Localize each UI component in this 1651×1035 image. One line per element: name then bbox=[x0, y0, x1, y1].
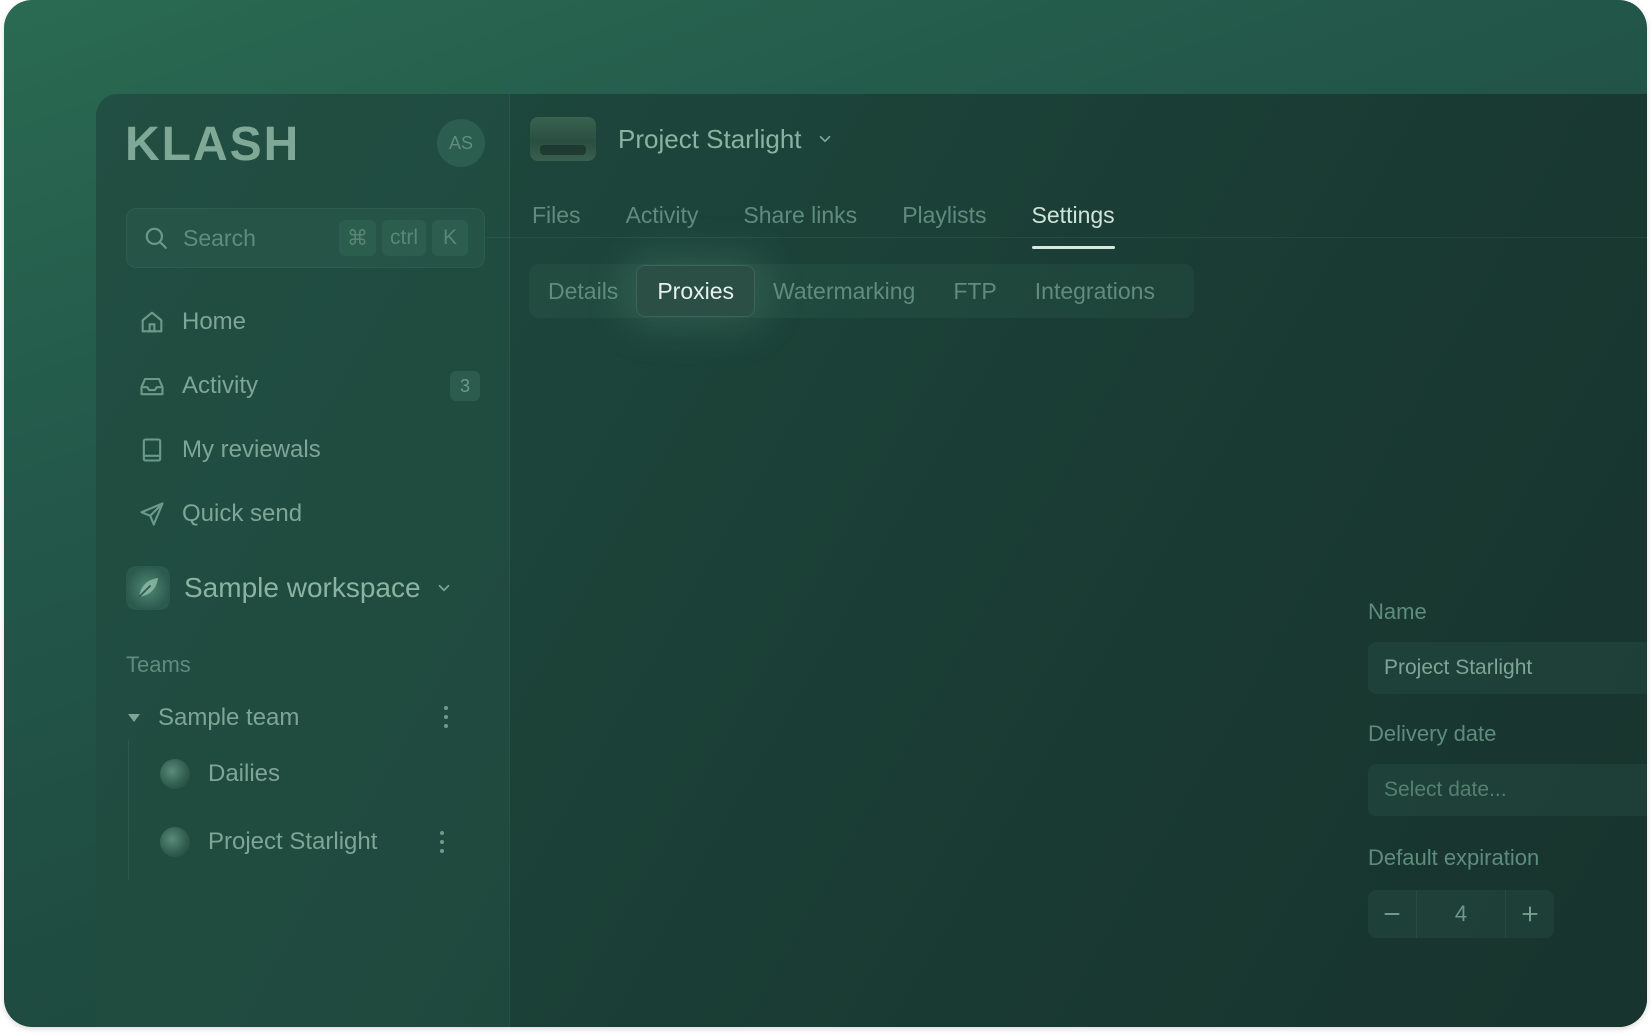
subtab-integrations[interactable]: Integrations bbox=[1016, 264, 1174, 318]
app-window: KLASH AS Search ⌘ ctrl K Home Activity 3… bbox=[96, 94, 1647, 1027]
subtab-watermarking[interactable]: Watermarking bbox=[754, 264, 934, 318]
project-item-project-starlight[interactable]: Project Starlight bbox=[160, 818, 444, 866]
user-initials: AS bbox=[448, 132, 473, 153]
nav-item-label: Activity bbox=[182, 372, 259, 399]
search-placeholder: Search bbox=[183, 224, 256, 251]
project-name: Dailies bbox=[208, 760, 281, 787]
user-avatar[interactable]: AS bbox=[437, 119, 485, 167]
nav-item-home[interactable]: Home bbox=[126, 290, 456, 354]
book-icon bbox=[142, 438, 162, 462]
team-item-sample-team[interactable]: Sample team bbox=[126, 696, 448, 740]
window-frame: KLASH AS Search ⌘ ctrl K Home Activity 3… bbox=[4, 0, 1647, 1027]
tab-playlists[interactable]: Playlists bbox=[902, 194, 986, 246]
settings-subtabs: Details Proxies Watermarking FTP Integra… bbox=[529, 264, 1194, 318]
tab-share-links[interactable]: Share links bbox=[743, 194, 857, 246]
name-field[interactable]: Project Starlight bbox=[1368, 642, 1647, 694]
send-icon bbox=[140, 502, 164, 526]
decrement-button[interactable] bbox=[1368, 890, 1416, 938]
tab-activity[interactable]: Activity bbox=[626, 194, 699, 246]
project-thumbnail bbox=[530, 117, 596, 161]
project-name: Project Starlight bbox=[208, 828, 378, 855]
nav-item-my-reviewals[interactable]: My reviewals bbox=[126, 418, 456, 482]
workspace-switcher[interactable]: Sample workspace bbox=[126, 564, 453, 612]
delivery-date-picker[interactable]: Select date... bbox=[1368, 764, 1647, 816]
tab-settings[interactable]: Settings bbox=[1031, 194, 1115, 249]
subtab-ftp[interactable]: FTP bbox=[934, 264, 1015, 318]
project-item-dailies[interactable]: Dailies bbox=[160, 750, 444, 798]
shortcut-k-key: K bbox=[432, 220, 468, 256]
subtab-details[interactable]: Details bbox=[529, 264, 637, 318]
sidebar: KLASH AS Search ⌘ ctrl K Home Activity 3… bbox=[96, 94, 510, 1027]
nav-item-quick-send[interactable]: Quick send bbox=[126, 482, 456, 546]
nav-item-label: My reviewals bbox=[182, 436, 321, 463]
more-vertical-icon[interactable] bbox=[444, 706, 448, 728]
delivery-date-placeholder: Select date... bbox=[1384, 778, 1507, 801]
main-tabs: Files Activity Share links Playlists Set… bbox=[532, 194, 1115, 249]
name-field-value: Project Starlight bbox=[1384, 656, 1533, 679]
klash-logo: KLASH bbox=[125, 118, 295, 168]
chevron-down-icon bbox=[438, 584, 449, 592]
increment-button[interactable] bbox=[1506, 890, 1554, 938]
more-vertical-icon[interactable] bbox=[440, 831, 444, 853]
team-name: Sample team bbox=[158, 704, 300, 731]
project-thumbnail bbox=[160, 827, 190, 857]
activity-count-badge: 3 bbox=[450, 371, 480, 401]
tab-files[interactable]: Files bbox=[532, 194, 581, 246]
workspace-avatar bbox=[126, 566, 170, 610]
subtab-proxies[interactable]: Proxies bbox=[637, 266, 755, 316]
logo-mark: KLASH bbox=[125, 122, 295, 164]
teams-heading: Teams bbox=[126, 652, 191, 677]
nav-item-activity[interactable]: Activity 3 bbox=[126, 354, 480, 418]
expiration-value[interactable]: 4 bbox=[1416, 890, 1506, 938]
nav-item-label: Quick send bbox=[182, 500, 303, 527]
shortcut-ctrl-key: ctrl bbox=[382, 220, 426, 256]
tree-guide-line bbox=[128, 740, 129, 880]
home-icon bbox=[141, 311, 163, 333]
project-header[interactable]: Project Starlight bbox=[530, 109, 834, 169]
shortcut-cmd-key: ⌘ bbox=[339, 220, 376, 256]
search-icon bbox=[145, 227, 167, 249]
minus-icon bbox=[1384, 913, 1400, 915]
main-nav: Home Activity 3 My reviewals Quick send bbox=[126, 290, 480, 546]
search-input[interactable]: Search ⌘ ctrl K bbox=[126, 208, 485, 268]
svg-text:KLASH: KLASH bbox=[125, 122, 295, 164]
project-thumbnail bbox=[160, 759, 190, 789]
project-title: Project Starlight bbox=[618, 123, 802, 154]
inbox-icon bbox=[140, 377, 164, 396]
plus-icon bbox=[1522, 906, 1538, 922]
chevron-down-icon bbox=[819, 135, 830, 143]
nav-item-label: Home bbox=[182, 308, 247, 335]
leaf-icon bbox=[138, 578, 158, 598]
delivery-date-label: Delivery date bbox=[1368, 721, 1497, 746]
tabs-divider bbox=[486, 237, 1647, 238]
caret-down-icon[interactable] bbox=[128, 714, 140, 722]
name-label: Name bbox=[1368, 599, 1427, 624]
expiration-stepper: 4 bbox=[1368, 890, 1554, 938]
workspace-name: Sample workspace bbox=[184, 572, 421, 603]
default-expiration-label: Default expiration bbox=[1368, 845, 1540, 870]
